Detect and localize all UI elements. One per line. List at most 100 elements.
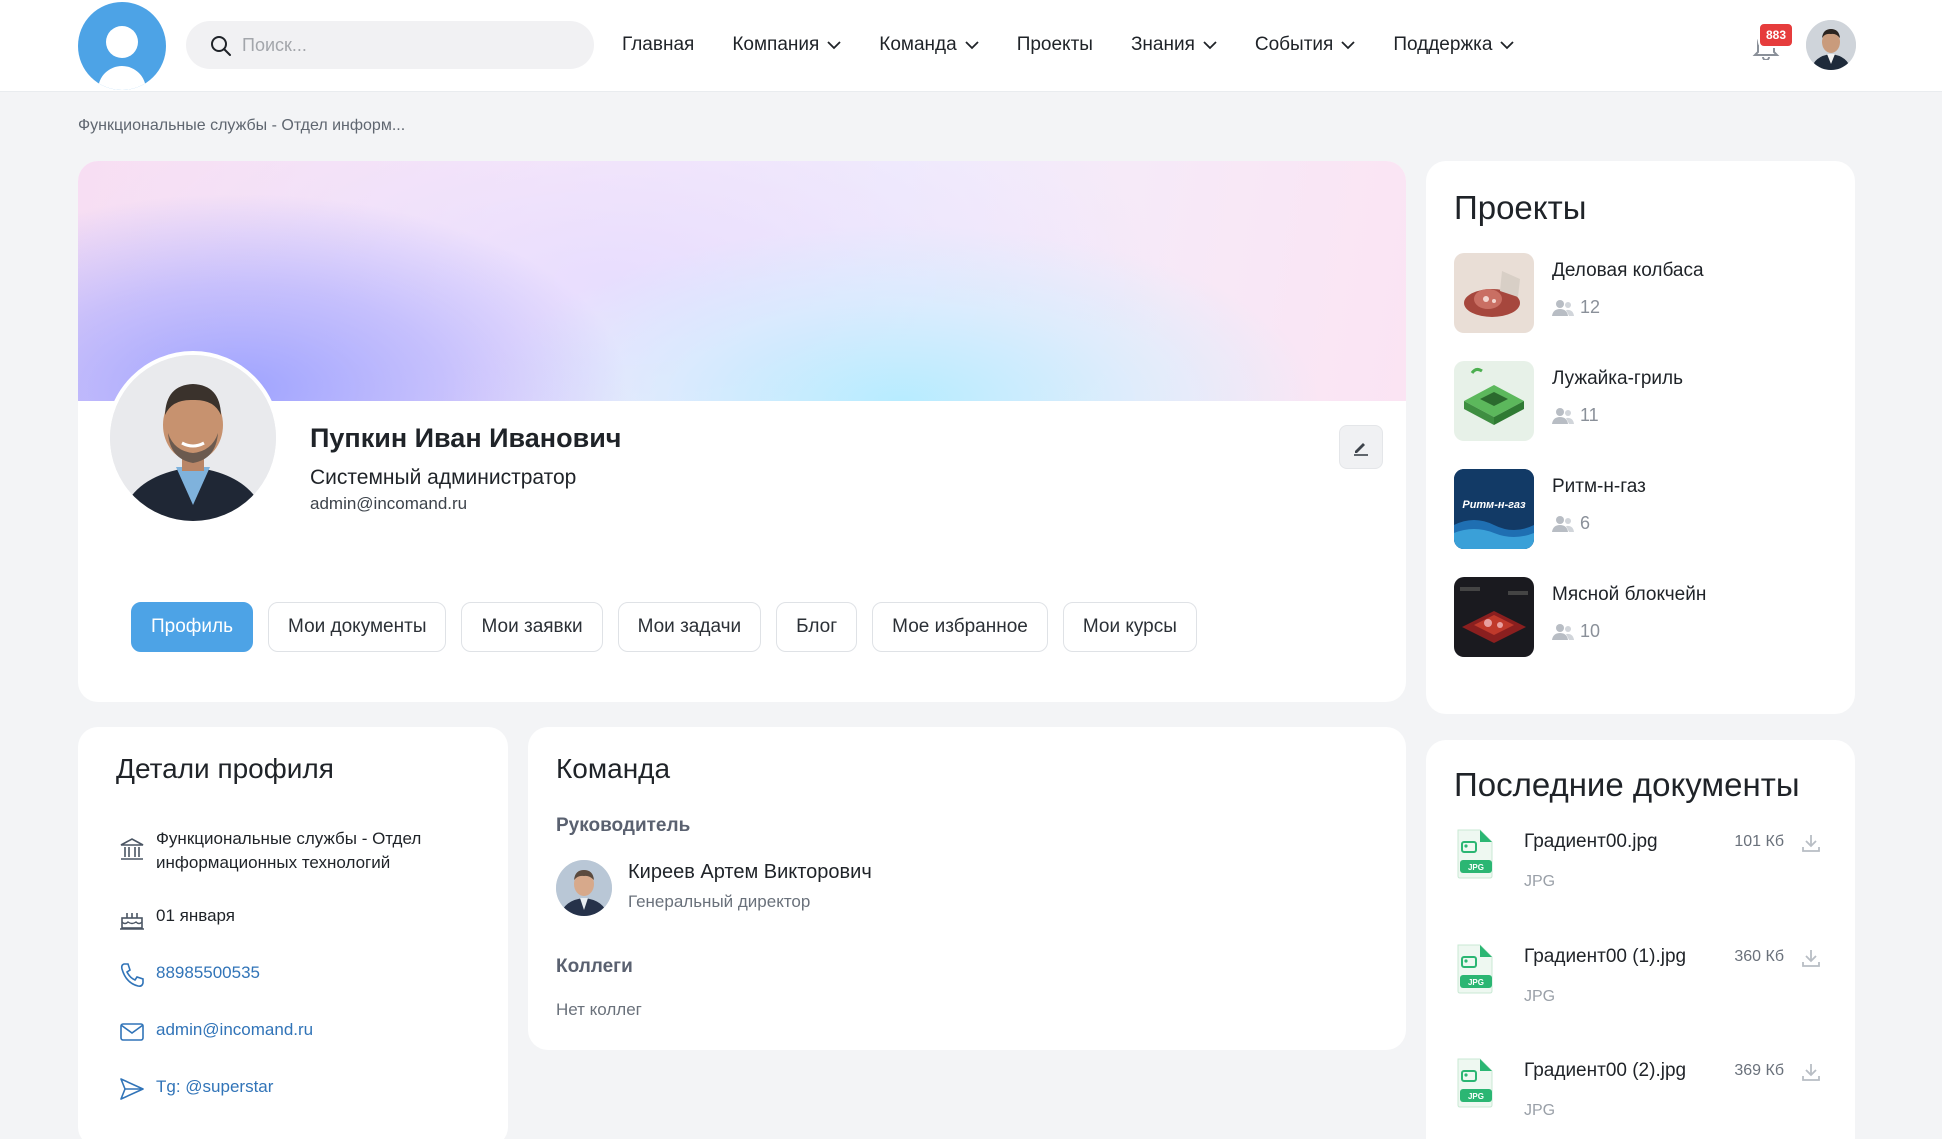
project-item[interactable]: Ритм-н-газ Ритм-н-газ 6 — [1454, 469, 1834, 549]
project-thumbnail — [1454, 361, 1534, 441]
users-icon — [1552, 407, 1574, 424]
project-item[interactable]: Мясной блокчейн 10 — [1454, 577, 1834, 657]
main-nav: Главная Компания Команда Проекты Знания … — [622, 0, 1552, 90]
tab-my-tasks[interactable]: Мои задачи — [617, 602, 762, 652]
chevron-down-icon — [1500, 40, 1515, 49]
detail-phone[interactable]: 88985500535 — [118, 961, 260, 989]
members-count: 6 — [1580, 513, 1591, 533]
department-line-1: Функциональные службы - Отдел — [156, 829, 422, 848]
cake-icon — [120, 913, 144, 930]
project-members: 10 — [1552, 621, 1600, 642]
profile-role: Системный администратор — [310, 466, 577, 489]
file-type-label: JPG — [1468, 978, 1484, 987]
company-logo[interactable] — [78, 2, 166, 90]
nav-label: Компания — [732, 34, 820, 55]
send-icon — [120, 1078, 144, 1100]
leader-avatar[interactable] — [556, 860, 612, 916]
tab-blog[interactable]: Блог — [776, 602, 858, 652]
project-item[interactable]: Деловая колбаса 12 — [1454, 253, 1834, 333]
details-title: Детали профиля — [116, 753, 334, 784]
project-thumbnail — [1454, 253, 1534, 333]
chevron-down-icon — [1341, 40, 1355, 49]
leader-heading: Руководитель — [556, 815, 691, 836]
file-type-label: JPG — [1468, 863, 1484, 872]
file-type-label: JPG — [1468, 1092, 1484, 1101]
phone-link[interactable]: 88985500535 — [156, 961, 260, 985]
nav-item-knowledge[interactable]: Знания — [1131, 34, 1217, 56]
nav-item-company[interactable]: Компания — [732, 34, 841, 56]
profile-details-card: Детали профиля Функциональные службы - О… — [78, 727, 508, 1139]
search-icon — [211, 36, 231, 56]
users-icon — [1552, 299, 1574, 316]
document-type: JPG — [1524, 1102, 1556, 1119]
project-thumbnail: Ритм-н-газ — [1454, 469, 1534, 549]
document-name[interactable]: Градиент00.jpg — [1524, 831, 1658, 853]
tab-my-requests[interactable]: Мои заявки — [461, 602, 603, 652]
profile-photo — [106, 351, 280, 525]
profile-banner — [78, 161, 1406, 401]
tab-my-documents[interactable]: Мои документы — [268, 602, 447, 652]
nav-label: События — [1254, 34, 1334, 55]
nav-item-home[interactable]: Главная — [622, 34, 694, 56]
email-link[interactable]: admin@incomand.ru — [156, 1018, 313, 1042]
detail-telegram[interactable]: Tg: @superstar — [118, 1075, 273, 1103]
profile-name: Пупкин Иван Иванович — [310, 423, 622, 453]
download-icon[interactable] — [1800, 947, 1822, 969]
jpg-file-icon: JPG — [1457, 829, 1493, 879]
members-count: 12 — [1580, 297, 1601, 317]
members-count: 10 — [1580, 621, 1601, 641]
users-icon — [1552, 623, 1574, 640]
document-type: JPG — [1524, 988, 1556, 1005]
nav-label: Проекты — [1016, 34, 1093, 55]
team-card: Команда Руководитель Киреев Артем Виктор… — [528, 727, 1406, 1050]
project-thumbnail — [1454, 577, 1534, 657]
tab-my-courses[interactable]: Мои курсы — [1062, 602, 1197, 652]
document-item[interactable]: JPG Градиент00 (1).jpg JPG 360 Кб — [1454, 943, 1834, 1023]
documents-title: Последние документы — [1454, 766, 1800, 803]
tab-profile[interactable]: Профиль — [131, 602, 254, 652]
nav-item-events[interactable]: События — [1255, 34, 1355, 56]
nav-label: Поддержка — [1393, 34, 1493, 55]
recent-documents-card: Последние документы JPG Градиент00.jpg J… — [1426, 740, 1855, 1139]
document-size: 101 Кб — [1734, 833, 1784, 850]
colleagues-empty-text: Нет коллег — [556, 1000, 642, 1019]
document-name[interactable]: Градиент00 (2).jpg — [1524, 1060, 1686, 1082]
nav-item-projects[interactable]: Проекты — [1017, 34, 1093, 56]
document-item[interactable]: JPG Градиент00 (2).jpg JPG 369 Кб — [1454, 1057, 1834, 1137]
detail-email[interactable]: admin@incomand.ru — [118, 1018, 313, 1046]
chevron-down-icon — [827, 40, 841, 49]
profile-tabs: Профиль Мои документы Мои заявки Мои зад… — [131, 602, 1212, 652]
leader-name[interactable]: Киреев Артем Викторович — [628, 861, 872, 884]
building-icon — [120, 838, 144, 860]
project-name: Деловая колбаса — [1552, 260, 1704, 281]
document-size: 360 Кб — [1734, 948, 1784, 965]
birthday-value: 01 января — [156, 906, 235, 925]
download-icon[interactable] — [1800, 1061, 1822, 1083]
tab-favorites[interactable]: Мое избранное — [872, 602, 1048, 652]
project-members: 6 — [1552, 513, 1590, 534]
project-item[interactable]: Лужайка-гриль 11 — [1454, 361, 1834, 441]
profile-card: Пупкин Иван Иванович Системный администр… — [78, 161, 1406, 702]
breadcrumb[interactable]: Функциональные службы - Отдел информ... — [78, 117, 405, 135]
leader-role: Генеральный директор — [628, 892, 811, 911]
notifications-badge: 883 — [1758, 22, 1794, 48]
nav-item-support[interactable]: Поддержка — [1393, 34, 1515, 56]
top-navigation-bar: Главная Компания Команда Проекты Знания … — [0, 0, 1942, 92]
document-item[interactable]: JPG Градиент00.jpg JPG 101 Кб — [1454, 828, 1834, 908]
mail-icon — [120, 1023, 144, 1041]
jpg-file-icon: JPG — [1457, 1058, 1493, 1108]
projects-title: Проекты — [1454, 189, 1587, 226]
document-name[interactable]: Градиент00 (1).jpg — [1524, 946, 1686, 968]
edit-profile-button[interactable] — [1339, 425, 1383, 469]
profile-email: admin@incomand.ru — [310, 494, 468, 513]
phone-icon — [120, 963, 144, 987]
detail-department: Функциональные службы - Отдел информацио… — [118, 827, 421, 875]
nav-label: Главная — [622, 34, 695, 55]
search-input[interactable] — [242, 31, 562, 59]
project-name: Мясной блокчейн — [1552, 584, 1707, 605]
telegram-link[interactable]: Tg: @superstar — [156, 1075, 273, 1099]
nav-item-team[interactable]: Команда — [879, 34, 979, 56]
download-icon[interactable] — [1800, 832, 1822, 854]
user-avatar[interactable] — [1806, 20, 1856, 70]
colleagues-heading: Коллеги — [556, 956, 633, 977]
